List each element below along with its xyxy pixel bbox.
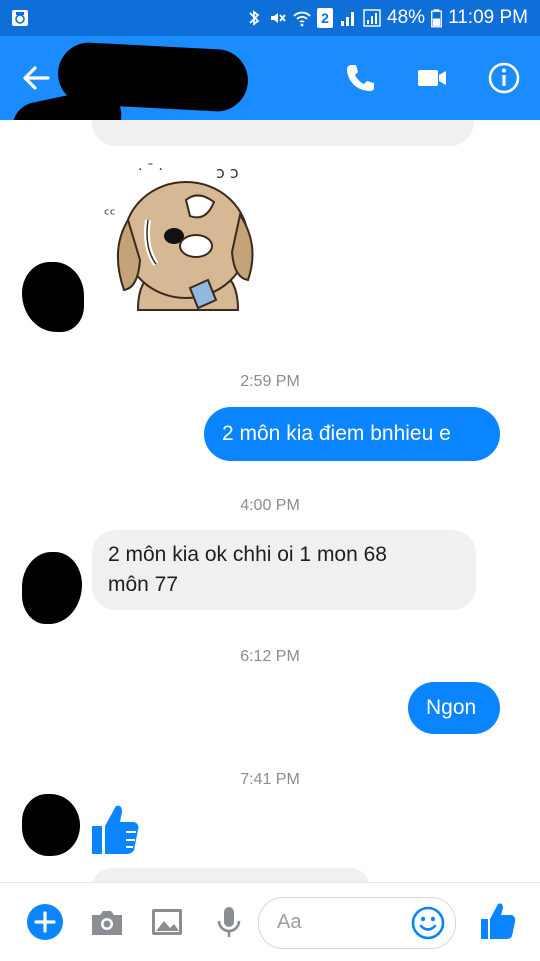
timestamp: 6:12 PM: [240, 648, 300, 665]
redacted-avatar: [22, 794, 80, 856]
bluetooth-icon: [249, 10, 260, 26]
battery-icon: [431, 8, 442, 27]
composer-bar: Aa: [0, 882, 540, 961]
camera-icon[interactable]: [88, 903, 126, 941]
back-arrow-icon[interactable]: [18, 60, 54, 96]
plus-icon[interactable]: [26, 903, 64, 941]
svg-text:ɔ ɔ: ɔ ɔ: [216, 163, 239, 182]
message-text: 2 môn kia điem bnhieu e: [222, 422, 451, 445]
message-bubble-partial[interactable]: [92, 120, 474, 146]
message-text-line: môn 77: [108, 573, 179, 596]
image-icon[interactable]: [148, 903, 186, 941]
conversation-header: [0, 36, 540, 157]
signal-icon: [363, 9, 381, 27]
status-icons: 2 48% 11:09 PM: [245, 6, 528, 30]
phone-icon[interactable]: [342, 60, 378, 96]
timestamp: 2:59 PM: [240, 373, 300, 390]
mute-icon: [271, 13, 286, 23]
message-bubble-outgoing[interactable]: 2 môn kia điem bnhieu e: [204, 407, 500, 461]
timestamp: 4:00 PM: [240, 497, 300, 514]
thumbs-up-icon[interactable]: [480, 901, 516, 941]
message-text-line: 2 môn kia ok chhi oi 1 mon 68: [108, 543, 387, 566]
signal-icon: [341, 12, 355, 26]
video-icon[interactable]: [414, 60, 450, 96]
message-bubble-partial[interactable]: [92, 868, 370, 882]
info-icon[interactable]: [486, 60, 522, 96]
redacted-avatar: [22, 552, 82, 624]
message-input-placeholder: Aa: [277, 911, 302, 933]
thumbs-up-icon[interactable]: [90, 802, 140, 856]
timestamp: 7:41 PM: [240, 771, 300, 788]
microphone-icon[interactable]: [210, 903, 248, 941]
battery-percent: 48%: [387, 7, 426, 28]
message-bubble-outgoing[interactable]: Ngon: [408, 682, 500, 734]
message-list[interactable]: ᶜᶜ · ˉ · ɔ ɔ 2:59 PM 2 môn kia điem bnhi…: [0, 120, 540, 882]
message-bubble-incoming[interactable]: 2 môn kia ok chhi oi 1 mon 68 môn 77: [92, 530, 476, 610]
status-bar: 2 48% 11:09 PM: [0, 0, 540, 36]
android-icon: [12, 10, 28, 26]
svg-text:ᶜᶜ: ᶜᶜ: [104, 205, 116, 224]
wifi-icon: [293, 11, 311, 27]
message-input[interactable]: Aa: [258, 897, 456, 949]
svg-text:· ˉ ·: · ˉ ·: [138, 162, 163, 178]
emoji-icon[interactable]: [411, 906, 445, 940]
clock: 11:09 PM: [448, 7, 528, 28]
message-text: Ngon: [426, 696, 477, 719]
redacted-avatar: [22, 262, 84, 332]
sim-badge: 2: [317, 8, 334, 28]
crying-dog-sticker[interactable]: ᶜᶜ · ˉ · ɔ ɔ: [98, 160, 268, 330]
